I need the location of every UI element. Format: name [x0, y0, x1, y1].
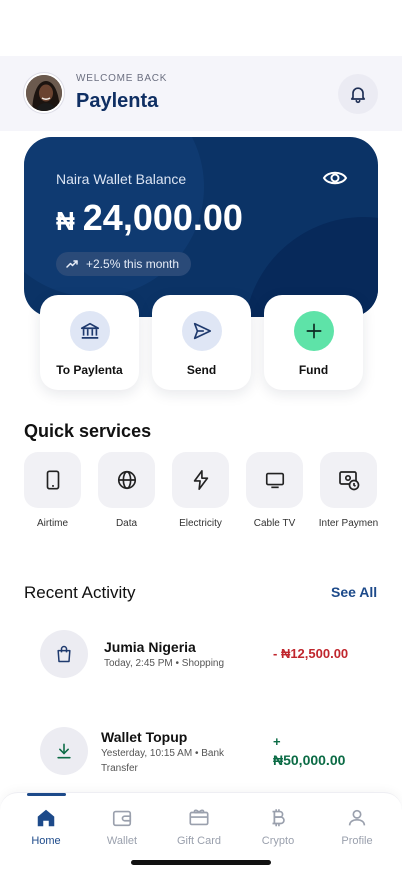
username: Paylenta — [76, 90, 159, 112]
tv-icon — [265, 472, 284, 489]
service-electricity[interactable]: Electricity — [172, 452, 229, 529]
globe-icon — [117, 470, 136, 490]
activity-item[interactable]: Wallet Topup Yesterday, 10:15 AM • Bank … — [40, 727, 378, 777]
bank-icon — [69, 311, 110, 351]
nav-label: Crypto — [261, 835, 295, 847]
nav-wallet[interactable]: Wallet — [82, 807, 162, 847]
wallet-balance-card: Naira Wallet Balance ₦ 24,000.00 +2.5% t… — [24, 137, 378, 317]
balance-change-badge: +2.5% this month — [56, 252, 192, 276]
app-header: WELCOME BACK Paylenta — [0, 56, 402, 131]
activity-meta: Yesterday, 10:15 AM • Bank Transfer — [101, 748, 225, 774]
service-inter-payment[interactable]: Inter Paymen — [318, 452, 379, 529]
download-icon — [40, 727, 88, 775]
nav-label: Home — [31, 835, 61, 847]
welcome-label: WELCOME BACK — [76, 73, 168, 84]
nav-profile[interactable]: Profile — [317, 807, 397, 847]
phone-icon — [46, 470, 59, 490]
wallet-balance: ₦ 24,000.00 — [56, 197, 243, 239]
nav-label: Wallet — [106, 835, 138, 847]
toggle-balance-visibility-button[interactable] — [322, 167, 348, 194]
fund-button[interactable]: Fund — [264, 295, 363, 390]
payment-icon — [338, 471, 359, 491]
trending-up-icon — [66, 260, 78, 268]
balance-change-text: +2.5% this month — [86, 257, 180, 271]
activity-name: Wallet Topup — [101, 729, 188, 745]
to-paylenta-button[interactable]: To Paylenta — [40, 295, 139, 390]
gift-card-icon — [189, 809, 209, 826]
service-airtime[interactable]: Airtime — [24, 452, 81, 529]
notifications-button[interactable] — [338, 74, 378, 114]
plus-icon — [293, 311, 334, 351]
send-button[interactable]: Send — [152, 295, 251, 390]
nav-crypto[interactable]: Crypto — [238, 807, 318, 847]
send-label: Send — [186, 363, 217, 377]
bell-icon — [350, 87, 366, 104]
nav-label: Gift Card — [176, 835, 221, 847]
activity-amount-sign: + — [273, 734, 281, 749]
see-all-link[interactable]: See All — [331, 584, 377, 600]
service-data[interactable]: Data — [98, 452, 155, 529]
bolt-icon — [193, 470, 208, 490]
currency-symbol: ₦ — [56, 206, 75, 236]
wallet-balance-label: Naira Wallet Balance — [56, 171, 187, 187]
activity-amount: ₦50,000.00 — [273, 752, 346, 768]
quick-services-title: Quick services — [24, 421, 152, 441]
service-label: Inter Paymen — [318, 518, 379, 529]
to-paylenta-label: To Paylenta — [56, 363, 123, 377]
activity-name: Jumia Nigeria — [104, 639, 196, 655]
service-label: Electricity — [179, 518, 222, 529]
active-tab-indicator — [27, 793, 66, 796]
recent-activity-title: Recent Activity — [24, 583, 136, 602]
nav-label: Profile — [341, 835, 373, 847]
balance-amount: 24,000.00 — [82, 197, 243, 238]
home-icon — [37, 809, 55, 827]
user-icon — [348, 809, 366, 826]
fund-label: Fund — [298, 363, 329, 377]
wallet-icon — [112, 810, 132, 827]
activity-meta: Today, 2:45 PM • Shopping — [104, 658, 225, 669]
eye-icon — [322, 171, 348, 185]
shopping-bag-icon — [40, 630, 88, 678]
home-indicator — [131, 860, 271, 865]
avatar[interactable] — [24, 73, 64, 113]
bitcoin-icon — [272, 809, 285, 827]
activity-item[interactable]: Jumia Nigeria Today, 2:45 PM • Shopping … — [40, 630, 378, 680]
nav-home[interactable]: Home — [6, 807, 86, 847]
activity-amount: - ₦12,500.00 — [273, 646, 349, 661]
nav-gift-card[interactable]: Gift Card — [159, 807, 239, 847]
service-label: Cable TV — [253, 518, 296, 529]
service-label: Data — [115, 518, 138, 529]
service-cable-tv[interactable]: Cable TV — [246, 452, 303, 529]
send-icon — [181, 311, 222, 351]
service-label: Airtime — [36, 518, 69, 529]
